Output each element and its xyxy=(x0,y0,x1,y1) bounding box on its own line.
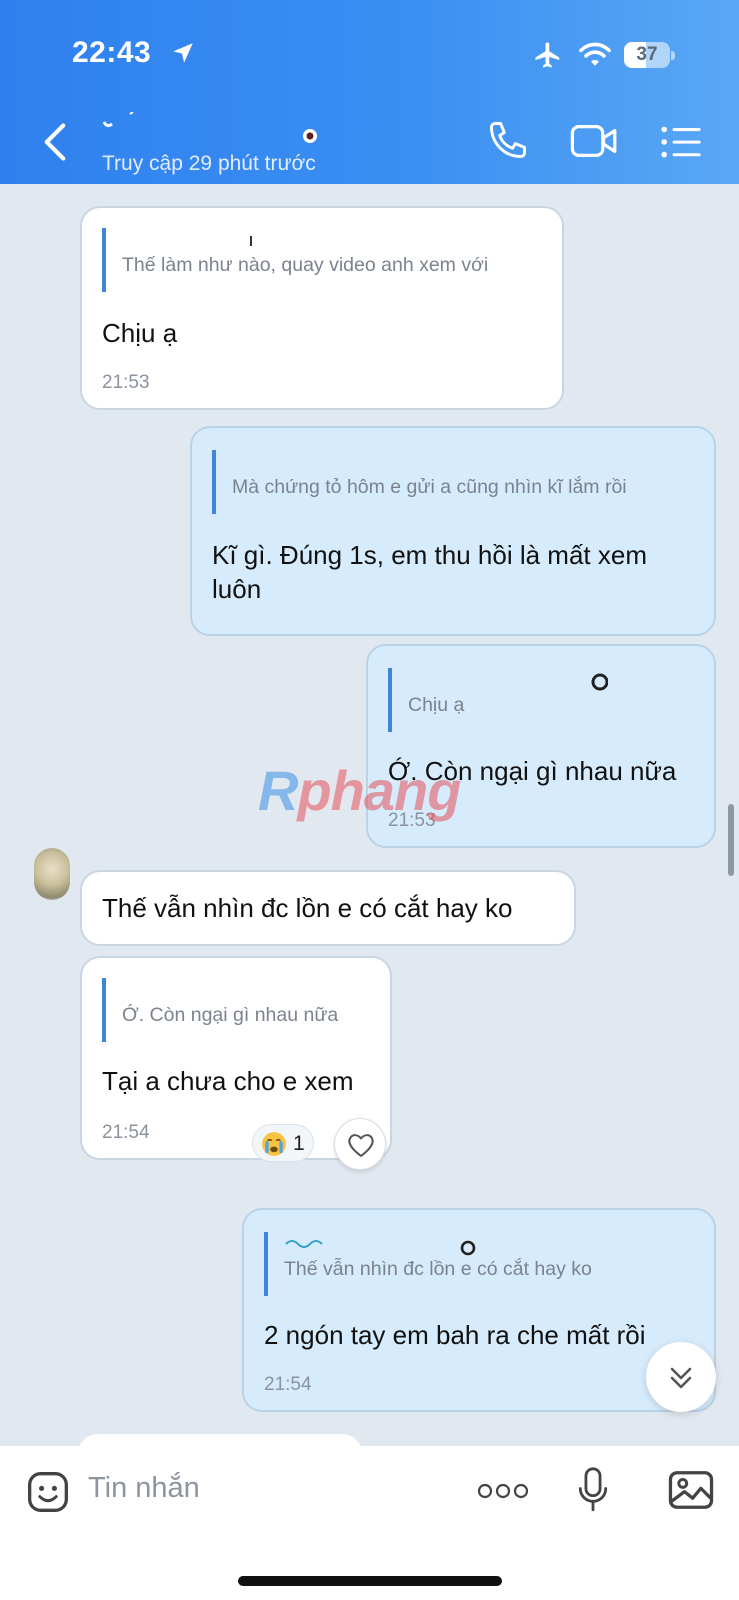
quoted-author-redacted xyxy=(122,228,488,254)
message-text: Tại a chưa cho e xem xyxy=(102,1066,354,1096)
scrollbar-thumb[interactable] xyxy=(728,804,734,876)
reaction-count: 1 xyxy=(293,1132,305,1155)
message-input[interactable]: Tin nhắn xyxy=(88,1472,200,1505)
quoted-author-redacted xyxy=(284,1232,592,1258)
quoted-author-redacted xyxy=(408,668,609,694)
quoted-text: Ớ. Còn ngại gì nhau nữa xyxy=(122,1004,339,1026)
sender-avatar[interactable] xyxy=(34,848,70,900)
message-text: Chịu ạ xyxy=(102,318,178,348)
location-arrow-icon xyxy=(173,43,193,63)
message-text: Kĩ gì. Đúng 1s, em thu hồi là mất xem lu… xyxy=(212,540,647,604)
last-seen-status: Truy cập 29 phút trước xyxy=(102,152,316,175)
wifi-icon xyxy=(579,42,611,66)
quoted-message[interactable]: Mà chứng tỏ hôm e gửi a cũng nhìn kĩ lắm… xyxy=(212,450,627,514)
message-time: 21:54 xyxy=(102,1122,150,1143)
more-dots-icon[interactable] xyxy=(476,1480,530,1502)
video-camera-icon[interactable] xyxy=(570,122,618,160)
message-bubble-incoming[interactable]: Thế vẫn nhìn đc lồn e có cắt hay ko xyxy=(80,870,576,946)
quoted-message[interactable]: Thế vẫn nhìn đc lồn e có cắt hay ko xyxy=(264,1232,592,1296)
contact-name-redacted[interactable] xyxy=(102,111,342,144)
scroll-to-bottom-button[interactable] xyxy=(646,1342,716,1412)
watermark-logo: Rphang xyxy=(258,758,461,823)
message-text: 2 ngón tay em bah ra che mất rồi xyxy=(264,1320,646,1350)
quoted-author-redacted xyxy=(232,450,627,476)
image-icon[interactable] xyxy=(668,1470,714,1510)
message-text: Thế vẫn nhìn đc lồn e có cắt hay ko xyxy=(102,893,513,923)
crying-face-icon xyxy=(262,1132,286,1156)
home-indicator[interactable] xyxy=(238,1576,502,1586)
react-heart-button[interactable] xyxy=(334,1118,386,1170)
quoted-text: Mà chứng tỏ hôm e gửi a cũng nhìn kĩ lắm… xyxy=(232,476,627,498)
quoted-message[interactable]: Thế làm như nào, quay video anh xem với xyxy=(102,228,488,292)
quoted-message[interactable]: Chịu ạ xyxy=(388,668,609,732)
battery-icon: 37 xyxy=(624,40,676,70)
quoted-text: Chịu ạ xyxy=(408,694,465,716)
watermark-letter: R xyxy=(258,759,298,822)
phone-icon[interactable] xyxy=(486,118,530,162)
double-chevron-down-icon xyxy=(670,1367,692,1389)
message-time: 21:53 xyxy=(102,372,150,393)
message-bubble-outgoing[interactable]: Mà chứng tỏ hôm e gửi a cũng nhìn kĩ lắm… xyxy=(190,426,716,636)
microphone-icon[interactable] xyxy=(576,1466,610,1514)
quoted-text: Thế vẫn nhìn đc lồn e có cắt hay ko xyxy=(284,1258,592,1280)
message-bubble-outgoing[interactable]: Thế vẫn nhìn đc lồn e có cắt hay ko 2 ng… xyxy=(242,1208,716,1412)
message-time: 21:54 xyxy=(264,1374,312,1395)
back-arrow-icon[interactable] xyxy=(38,120,72,164)
reaction-badge[interactable]: 1 xyxy=(252,1124,314,1162)
heart-icon xyxy=(348,1134,374,1157)
message-input-bar: Tin nhắn xyxy=(0,1446,739,1600)
status-time: 22:43 xyxy=(72,36,152,69)
message-bubble-incoming[interactable]: Thế làm như nào, quay video anh xem với … xyxy=(80,206,564,410)
quoted-message[interactable]: Ớ. Còn ngại gì nhau nữa xyxy=(102,978,338,1042)
list-menu-icon[interactable] xyxy=(660,124,702,160)
quoted-author-redacted xyxy=(122,978,338,1004)
watermark-word: phang xyxy=(297,759,461,822)
airplane-icon xyxy=(535,42,560,68)
sticker-icon[interactable] xyxy=(26,1470,70,1514)
chat-header: 22:43 37 Truy cập 29 phút trước xyxy=(0,0,739,184)
quoted-text: Thế làm như nào, quay video anh xem với xyxy=(122,254,489,276)
battery-level: 37 xyxy=(636,44,658,65)
